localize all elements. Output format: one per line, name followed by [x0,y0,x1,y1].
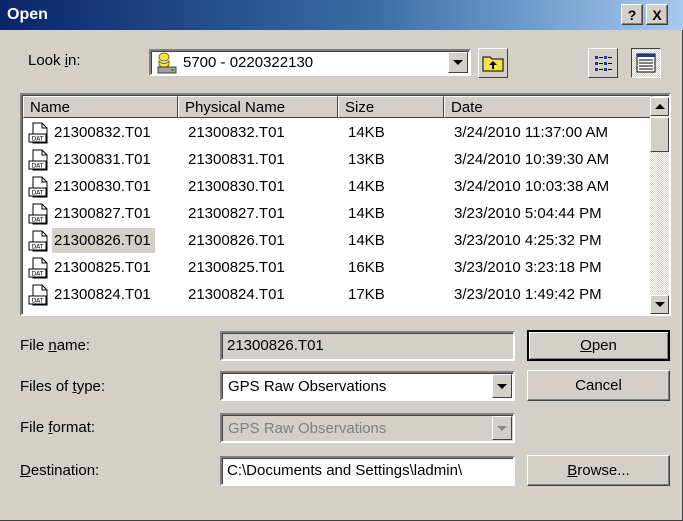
close-button[interactable]: X [646,4,668,25]
cancel-button[interactable]: Cancel [527,370,670,401]
date-cell: 3/23/2010 1:49:42 PM [454,286,602,303]
dat-file-icon: DAT [28,284,48,306]
look-in-label: Look in: [28,52,81,69]
column-header-size[interactable]: Size [338,96,444,118]
column-header-physical-name[interactable]: Physical Name [178,96,338,118]
dat-file-icon: DAT [28,176,48,198]
chevron-down-icon [654,302,665,307]
file-row[interactable]: DAT 21300825.T01 21300825.T01 16KB 3/23/2010… [24,255,651,280]
chevron-up-icon [654,104,665,109]
title-bar[interactable]: Open ? X [0,0,683,30]
date-cell: 3/23/2010 5:04:44 PM [454,205,602,222]
folder-up-icon [482,56,504,72]
date-cell: 3/24/2010 10:03:38 AM [454,178,610,195]
help-button[interactable]: ? [621,4,643,25]
size-cell: 13KB [348,151,385,168]
drive-icon [157,52,177,74]
open-button[interactable]: Open [527,330,670,361]
browse-button[interactable]: Browse... [527,455,670,486]
dat-file-icon: DAT [28,230,48,252]
open-dialog: Open ? X Look in: 5700 - 0220322130 Name… [0,0,683,521]
files-of-type-label: Files of type: [20,378,106,395]
details-view-icon [636,53,656,73]
file-format-combo[interactable]: GPS Raw Observations [220,413,515,443]
files-of-type-dropdown-button[interactable] [492,374,512,398]
size-cell: 17KB [348,286,385,303]
physical-name-cell: 21300825.T01 [188,259,285,276]
size-cell: 14KB [348,205,385,222]
chevron-down-icon [453,60,463,65]
file-name-cell: 21300830.T01 [54,178,151,195]
look-in-dropdown-button[interactable] [448,52,468,73]
file-row[interactable]: DAT 21300832.T01 21300832.T01 14KB 3/24/2010… [24,120,651,145]
svg-text:DAT: DAT [32,190,44,197]
file-list[interactable]: Name Physical Name Size Date DAT 21300832… [20,93,671,316]
date-cell: 3/24/2010 10:39:30 AM [454,151,610,168]
file-format-value: GPS Raw Observations [228,420,387,437]
destination-field[interactable]: C:\Documents and Settings\ladmin\ [220,456,515,486]
svg-text:DAT: DAT [32,163,44,170]
file-row[interactable]: DAT 21300830.T01 21300830.T01 14KB 3/24/2010… [24,174,651,199]
physical-name-cell: 21300826.T01 [188,232,285,249]
size-cell: 14KB [348,232,385,249]
size-cell: 14KB [348,178,385,195]
physical-name-cell: 21300831.T01 [188,151,285,168]
svg-text:DAT: DAT [32,217,44,224]
file-row[interactable]: DAT 21300826.T01 21300826.T01 14KB 3/23/2010… [24,228,651,253]
svg-text:DAT: DAT [32,244,44,251]
look-in-value: 5700 - 0220322130 [183,54,314,71]
file-format-label: File format: [20,419,96,436]
column-header-name[interactable]: Name [23,96,178,118]
file-name-value: 21300826.T01 [227,337,324,354]
file-name-cell: 21300827.T01 [54,205,151,222]
file-name-cell: 21300832.T01 [54,124,151,141]
dat-file-icon: DAT [28,257,48,279]
file-name-cell: 21300824.T01 [54,286,151,303]
chevron-down-icon [497,425,507,431]
svg-text:DAT: DAT [32,271,44,278]
up-one-level-button[interactable] [478,48,508,78]
dat-file-icon: DAT [28,149,48,171]
physical-name-cell: 21300830.T01 [188,178,285,195]
physical-name-cell: 21300827.T01 [188,205,285,222]
file-row[interactable]: DAT 21300824.T01 21300824.T01 17KB 3/23/2010… [24,282,651,307]
file-name-label: File name: [20,337,91,354]
file-name-field[interactable]: 21300826.T01 [220,331,515,361]
date-cell: 3/23/2010 3:23:18 PM [454,259,602,276]
details-view-button[interactable] [631,48,661,78]
list-view-button[interactable] [588,48,618,78]
physical-name-cell: 21300824.T01 [188,286,285,303]
physical-name-cell: 21300832.T01 [188,124,285,141]
list-view-icon [595,56,612,71]
dat-file-icon: DAT [28,122,48,144]
size-cell: 16KB [348,259,385,276]
scroll-up-button[interactable] [650,97,669,116]
date-cell: 3/24/2010 11:37:00 AM [454,124,609,141]
file-name-cell: 21300826.T01 [52,228,155,253]
destination-value: C:\Documents and Settings\ladmin\ [227,462,463,479]
scroll-thumb[interactable] [650,117,669,152]
destination-label: Destination: [20,462,100,479]
chevron-down-icon [497,383,507,389]
date-cell: 3/23/2010 4:25:32 PM [454,232,602,249]
size-cell: 14KB [348,124,385,141]
window-title: Open [7,6,48,23]
files-of-type-value: GPS Raw Observations [228,378,387,395]
file-row[interactable]: DAT 21300831.T01 21300831.T01 13KB 3/24/2010… [24,147,651,172]
svg-text:DAT: DAT [32,298,44,305]
file-format-dropdown-button[interactable] [492,416,512,440]
file-row[interactable]: DAT 21300827.T01 21300827.T01 14KB 3/23/2010… [24,201,651,226]
file-name-cell: 21300825.T01 [54,259,151,276]
column-header-date[interactable]: Date [444,96,652,118]
file-name-cell: 21300831.T01 [54,151,151,168]
vertical-scrollbar[interactable] [650,97,669,314]
files-of-type-combo[interactable]: GPS Raw Observations [220,371,515,401]
svg-text:DAT: DAT [32,136,44,143]
look-in-combo[interactable]: 5700 - 0220322130 [149,49,471,76]
scroll-down-button[interactable] [650,295,669,314]
dat-file-icon: DAT [28,203,48,225]
